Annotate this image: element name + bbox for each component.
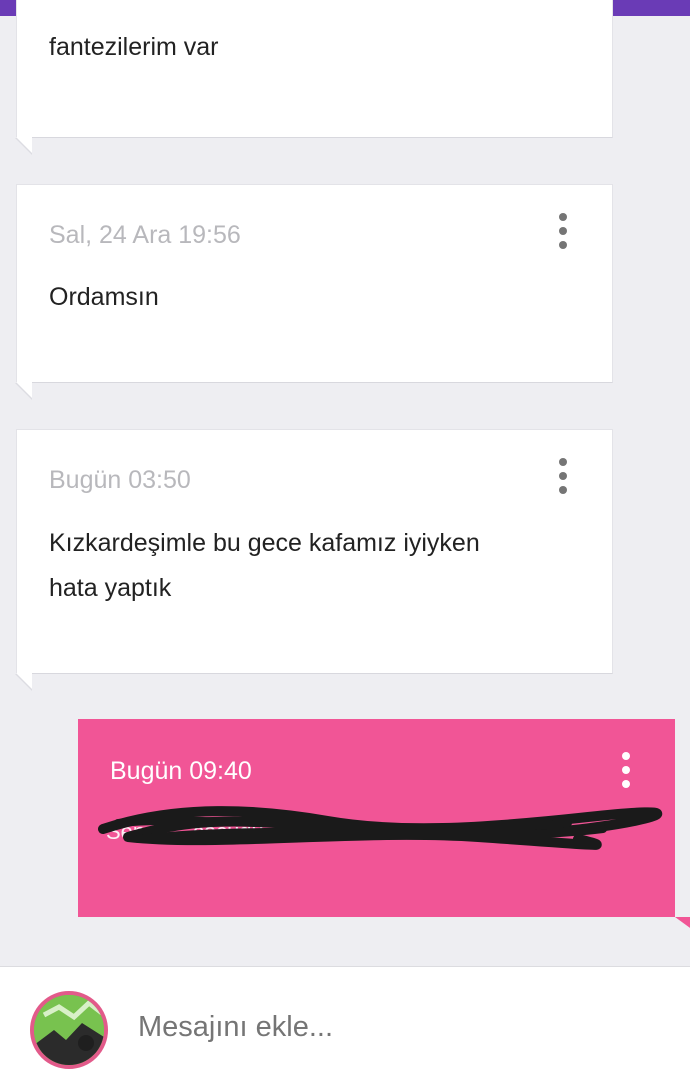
message-text-line-2: hata yaptık [49, 574, 172, 602]
more-vert-icon[interactable] [556, 213, 570, 249]
more-vert-icon[interactable] [556, 458, 570, 494]
message-bubble-sent: Bugün 09:40 Senin ... çocuğu [78, 719, 690, 933]
message-timestamp: Bugün 09:40 [110, 757, 252, 785]
message-text: fantezilerim var [49, 33, 219, 61]
message-bubble-received: fantezilerim var [15, 0, 613, 155]
redaction-scribble [98, 806, 663, 850]
avatar-image [34, 995, 104, 1065]
message-timestamp: Sal, 24 Ara 19:56 [49, 221, 241, 249]
message-composer [0, 966, 690, 1089]
message-input[interactable] [138, 1011, 638, 1044]
message-bubble-received: Bugün 03:50 Kızkardeşimle bu gece kafamı… [15, 429, 613, 691]
message-bubble-received: Sal, 24 Ara 19:56 Ordamsın [15, 184, 613, 400]
more-vert-icon[interactable] [619, 752, 633, 788]
message-text-line-1: Kızkardeşimle bu gece kafamız iyiyken [49, 529, 480, 557]
avatar[interactable] [30, 991, 108, 1069]
message-timestamp: Bugün 03:50 [49, 466, 191, 494]
message-text: Ordamsın [49, 283, 159, 311]
